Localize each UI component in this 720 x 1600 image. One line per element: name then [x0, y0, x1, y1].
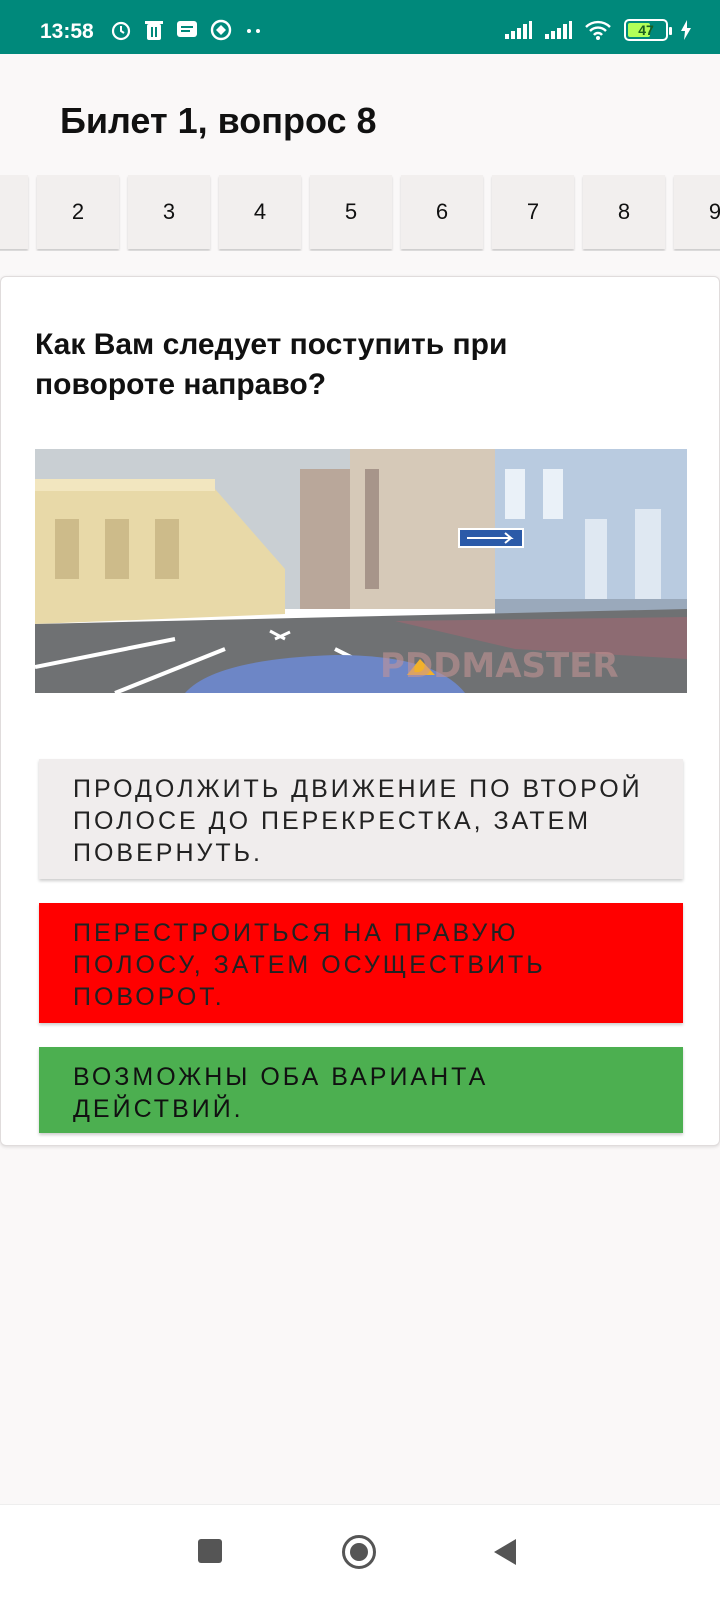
system-nav-bar: [0, 1504, 720, 1600]
answer-option-1[interactable]: ПРОДОЛЖИТЬ ДВИЖЕНИЕ ПО ВТОРОЙ ПОЛОСЕ ДО …: [39, 759, 683, 879]
page-title: Билет 1, вопрос 8: [60, 100, 377, 141]
question-number-button[interactable]: 8: [583, 175, 665, 249]
question-image: PDDMASTER: [35, 449, 687, 693]
question-number-button[interactable]: 5: [310, 175, 392, 249]
home-circle-icon[interactable]: [342, 1535, 376, 1569]
question-text: Как Вам следует поступить при повороте н…: [35, 328, 508, 401]
answer-option-3-correct[interactable]: ВОЗМОЖНЫ ОБА ВАРИАНТА ДЕЙСТВИЙ.: [39, 1047, 683, 1133]
vpn-icon: [210, 19, 232, 41]
status-bar: 13:58 47: [0, 0, 720, 54]
alarm-icon: [111, 21, 131, 41]
image-watermark: PDDMASTER: [380, 646, 619, 686]
road-scene-image: PDDMASTER: [35, 449, 687, 693]
trash-icon: [145, 21, 163, 40]
question-number-button[interactable]: 3: [128, 175, 210, 249]
battery-percent: 47: [638, 22, 654, 38]
question-number-button[interactable]: 1: [0, 175, 28, 249]
status-icons-left: [110, 19, 264, 41]
question-card: Как Вам следует поступить при повороте н…: [0, 276, 720, 1146]
question-number-button[interactable]: 7: [492, 175, 574, 249]
question-number-track: 123456789: [0, 175, 720, 249]
question-number-button[interactable]: 2: [37, 175, 119, 249]
question-number-strip[interactable]: 123456789: [0, 175, 720, 251]
question-number-button[interactable]: 9: [674, 175, 720, 249]
back-triangle-icon[interactable]: [494, 1539, 516, 1565]
more-dots-icon: [247, 29, 260, 33]
answer-option-2-wrong[interactable]: ПЕРЕСТРОИТЬСЯ НА ПРАВУЮ ПОЛОСУ, ЗАТЕМ ОС…: [39, 903, 683, 1023]
battery-icon: 47: [624, 19, 672, 41]
status-time: 13:58: [40, 20, 94, 43]
message-icon: [177, 21, 197, 37]
charging-icon: [681, 20, 691, 40]
recents-square-icon[interactable]: [198, 1539, 222, 1563]
status-icons-right: 47: [504, 19, 692, 41]
question-number-button[interactable]: 4: [219, 175, 301, 249]
signal-2-icon: [545, 21, 572, 39]
battery-tip: [669, 27, 672, 35]
signal-1-icon: [505, 21, 532, 39]
wifi-icon: [585, 20, 611, 40]
question-number-button[interactable]: 6: [401, 175, 483, 249]
